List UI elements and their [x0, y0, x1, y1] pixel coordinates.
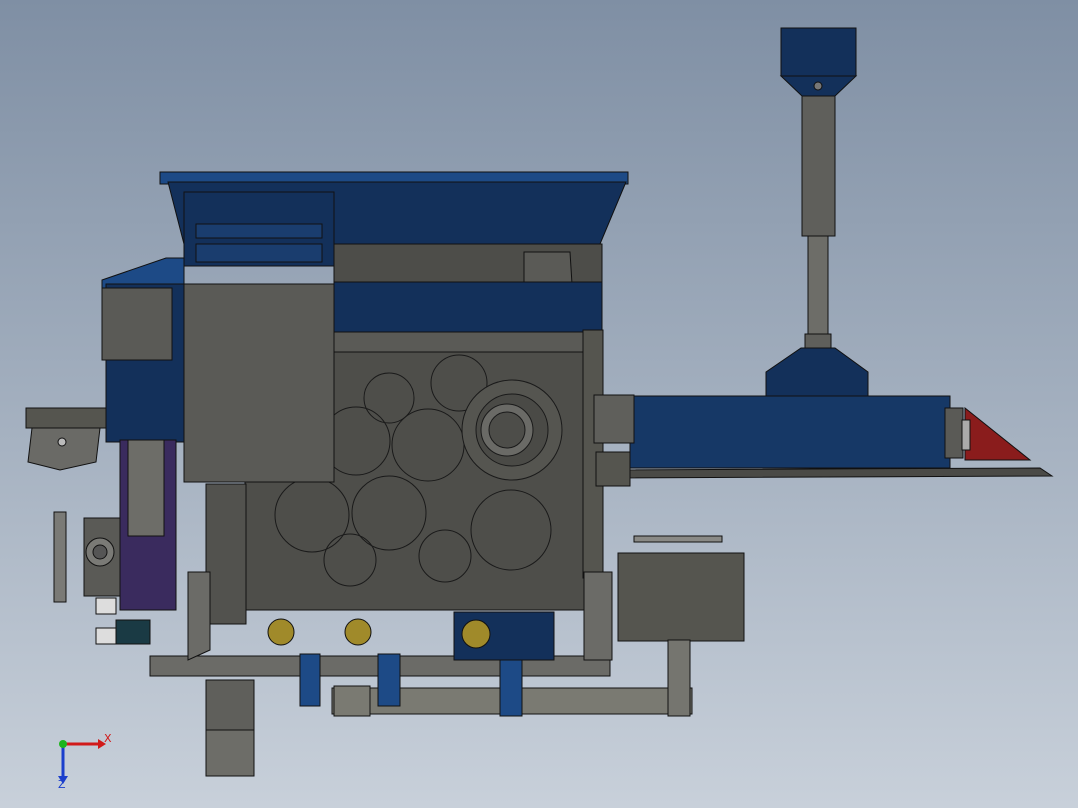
y-axis: [59, 740, 67, 748]
conveyor-beam: [599, 395, 1054, 479]
machine-assembly-model[interactable]: [0, 0, 1078, 808]
junction-box: [617, 552, 745, 642]
lift-column: [762, 27, 874, 451]
right-motor: [593, 394, 635, 444]
left-actuator: [25, 407, 177, 645]
front-cover-panel: [183, 283, 335, 483]
triad-z-label: Z: [58, 778, 66, 791]
bottom-motor: [205, 679, 255, 777]
cad-viewport[interactable]: X Z: [0, 0, 1078, 808]
triad-x-label: X: [104, 732, 112, 745]
